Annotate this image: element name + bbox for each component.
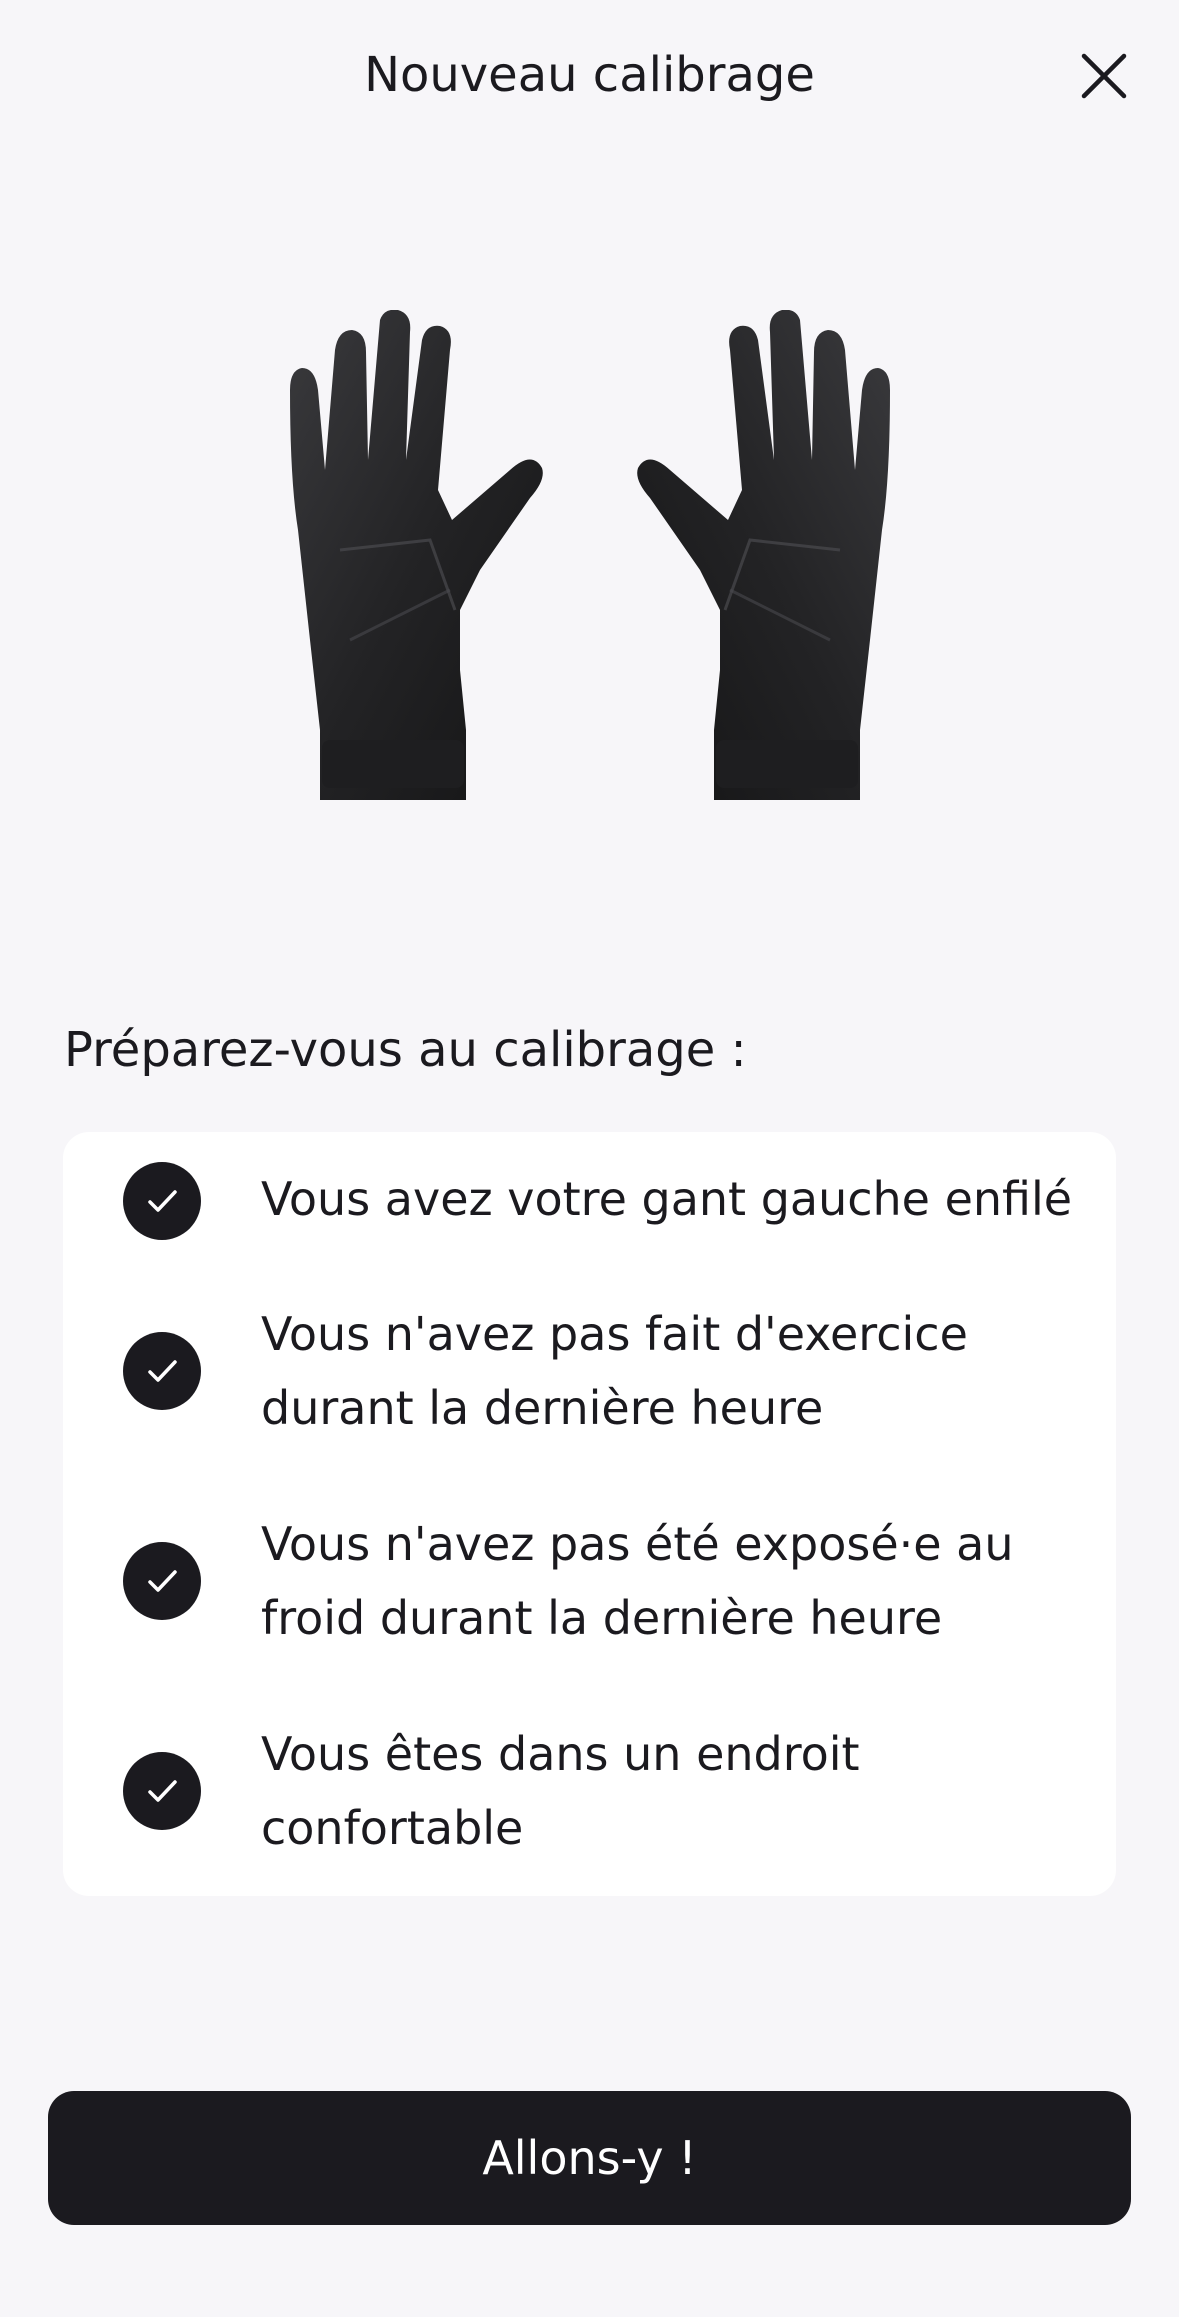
lets-go-button[interactable]: Allons-y ! <box>48 2091 1131 2225</box>
checklist-item-text: Vous avez votre gant gauche enfilé <box>261 1162 1091 1236</box>
checklist-item-text: Vous êtes dans un endroit confortable <box>261 1717 1091 1865</box>
check-circle-icon <box>123 1162 201 1240</box>
close-icon[interactable] <box>1080 52 1128 100</box>
check-circle-icon <box>123 1542 201 1620</box>
checklist-item-line: durant la dernière heure <box>261 1381 824 1435</box>
close-button[interactable] <box>1074 46 1134 106</box>
checklist-item-text: Vous n'avez pas été exposé·e au froid du… <box>261 1507 1091 1655</box>
checklist-item-line: Vous êtes dans un endroit <box>261 1727 860 1781</box>
checklist-item-line: Vous avez votre gant gauche enfilé <box>261 1172 1073 1226</box>
right-glove <box>637 310 890 800</box>
checklist-item-text: Vous n'avez pas fait d'exercice durant l… <box>261 1297 1091 1445</box>
checklist-item-line: Vous n'avez pas fait d'exercice <box>261 1307 968 1361</box>
check-circle-icon <box>123 1332 201 1410</box>
checklist-item-line: Vous n'avez pas été exposé·e au <box>261 1517 1014 1571</box>
checklist-title: Préparez-vous au calibrage : <box>64 1022 747 1078</box>
check-circle-icon <box>123 1752 201 1830</box>
gloves-illustration <box>290 310 890 800</box>
header-title: Nouveau calibrage <box>364 47 815 103</box>
left-glove <box>290 310 543 800</box>
checklist-item-line: confortable <box>261 1801 524 1855</box>
checklist-card: Vous avez votre gant gauche enfilé Vous … <box>63 1132 1116 1896</box>
checklist-item-line: froid durant la dernière heure <box>261 1591 943 1645</box>
